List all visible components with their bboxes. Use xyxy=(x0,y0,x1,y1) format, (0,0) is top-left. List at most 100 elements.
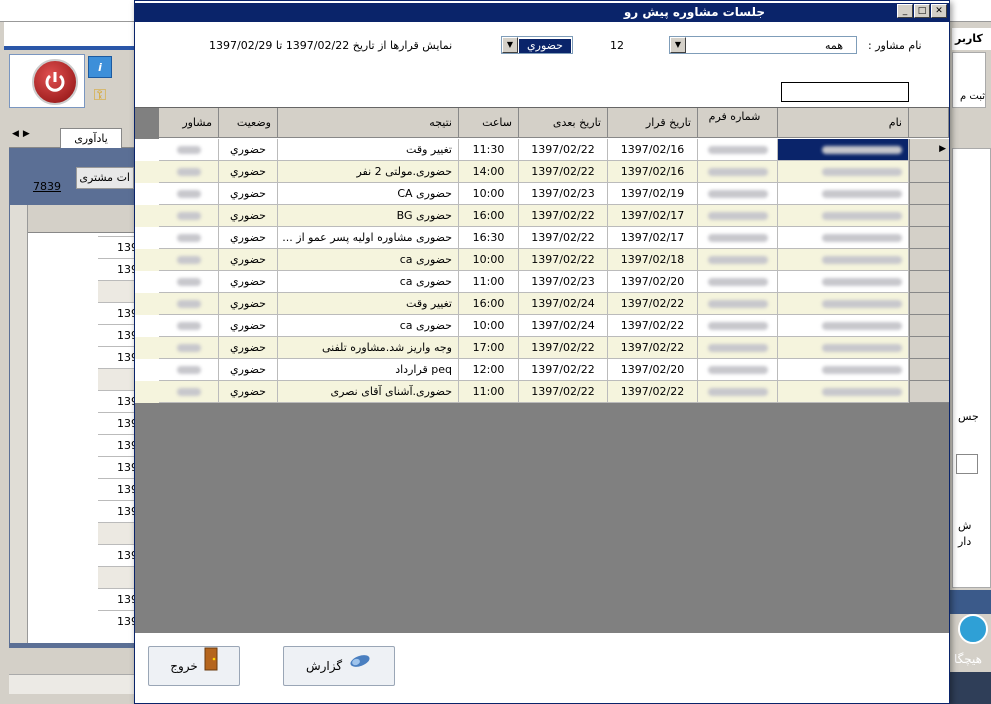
row-selector[interactable] xyxy=(909,227,949,249)
report-button[interactable]: گزارش xyxy=(283,646,395,686)
cell-name[interactable] xyxy=(778,293,909,315)
key-icon[interactable]: ⚿ xyxy=(88,84,112,106)
cell-next-date[interactable]: 1397/02/22 xyxy=(519,205,608,227)
cell-name[interactable] xyxy=(778,381,909,403)
cell-appointment-date[interactable]: 1397/02/19 xyxy=(608,183,698,205)
cell-time[interactable]: 14:00 xyxy=(459,161,519,183)
cell-advisor[interactable] xyxy=(159,249,219,271)
row-selector[interactable] xyxy=(909,161,949,183)
cell-form-number[interactable] xyxy=(698,315,778,337)
header-next-date[interactable]: تاریخ بعدی xyxy=(519,108,608,138)
background-scrollbar[interactable] xyxy=(10,205,28,643)
row-selector[interactable] xyxy=(909,271,949,293)
cell-advisor[interactable] xyxy=(159,227,219,249)
table-row[interactable]: حضوري حضوری ca 10:00 1397/02/24 1397/02/22 xyxy=(135,315,949,337)
cell-form-number[interactable] xyxy=(698,359,778,381)
cell-advisor[interactable] xyxy=(159,381,219,403)
cell-status[interactable]: حضوري xyxy=(219,205,278,227)
cell-result[interactable]: حضوری.مولتی 2 نفر xyxy=(278,161,459,183)
cell-next-date[interactable]: 1397/02/22 xyxy=(519,359,608,381)
cell-time[interactable]: 10:00 xyxy=(459,315,519,337)
cell-status[interactable]: حضوري xyxy=(219,381,278,403)
cell-next-date[interactable]: 1397/02/22 xyxy=(519,227,608,249)
chevron-down-icon[interactable]: ▼ xyxy=(670,37,686,53)
cell-status[interactable]: حضوري xyxy=(219,183,278,205)
cell-time[interactable]: 10:00 xyxy=(459,183,519,205)
cell-time[interactable]: 16:30 xyxy=(459,227,519,249)
cell-result[interactable]: حضوری BG xyxy=(278,205,459,227)
cell-time[interactable]: 11:00 xyxy=(459,271,519,293)
background-right-button[interactable]: ثبت م xyxy=(952,52,986,108)
cell-result[interactable]: peq قرارداد xyxy=(278,359,459,381)
table-row[interactable]: حضوري حضوری BG 16:00 1397/02/22 1397/02/17 xyxy=(135,205,949,227)
header-name[interactable]: نام xyxy=(778,108,909,138)
cell-appointment-date[interactable]: 1397/02/22 xyxy=(608,293,698,315)
cell-status[interactable]: حضوري xyxy=(219,161,278,183)
cell-time[interactable]: 11:00 xyxy=(459,381,519,403)
cell-form-number[interactable] xyxy=(698,271,778,293)
customer-button[interactable]: ات مشتری xyxy=(76,167,134,189)
cell-appointment-date[interactable]: 1397/02/16 xyxy=(608,161,698,183)
cell-appointment-date[interactable]: 1397/02/17 xyxy=(608,205,698,227)
cell-advisor[interactable] xyxy=(159,315,219,337)
header-form-number[interactable]: شماره فرم xyxy=(698,108,778,138)
cell-next-date[interactable]: 1397/02/22 xyxy=(519,139,608,161)
close-icon[interactable]: ✕ xyxy=(931,4,947,18)
cell-time[interactable]: 12:00 xyxy=(459,359,519,381)
minimize-icon[interactable]: _ xyxy=(897,4,913,18)
cell-appointment-date[interactable]: 1397/02/18 xyxy=(608,249,698,271)
header-appointment-date[interactable]: تاریخ قرار xyxy=(608,108,698,138)
cell-advisor[interactable] xyxy=(159,293,219,315)
cell-appointment-date[interactable]: 1397/02/20 xyxy=(608,271,698,293)
table-row[interactable]: حضوري حضوری CA 10:00 1397/02/23 1397/02/19 xyxy=(135,183,949,205)
table-row[interactable]: حضوري وجه واریز شد.مشاوره تلفنی 17:00 1397/… xyxy=(135,337,949,359)
table-row[interactable]: حضوري حضوری مشاوره اولیه پسر عمو از ... 16… xyxy=(135,227,949,249)
cell-appointment-date[interactable]: 1397/02/22 xyxy=(608,315,698,337)
header-status[interactable]: وضعیت xyxy=(219,108,278,138)
cell-form-number[interactable] xyxy=(698,293,778,315)
cell-form-number[interactable] xyxy=(698,227,778,249)
cell-name[interactable] xyxy=(778,249,909,271)
table-row[interactable]: حضوري حضوری ca 11:00 1397/02/23 1397/02/20 xyxy=(135,271,949,293)
cell-next-date[interactable]: 1397/02/23 xyxy=(519,271,608,293)
cell-next-date[interactable]: 1397/02/22 xyxy=(519,249,608,271)
cell-next-date[interactable]: 1397/02/22 xyxy=(519,161,608,183)
cell-name[interactable] xyxy=(778,205,909,227)
row-selector[interactable] xyxy=(909,381,949,403)
chevron-down-icon[interactable]: ▼ xyxy=(502,37,518,53)
cell-advisor[interactable] xyxy=(159,271,219,293)
cell-form-number[interactable] xyxy=(698,183,778,205)
cell-result[interactable]: تغییر وقت xyxy=(278,293,459,315)
cell-name[interactable] xyxy=(778,337,909,359)
cell-status[interactable]: حضوري xyxy=(219,337,278,359)
count-link[interactable]: 7839 xyxy=(33,180,61,193)
header-advisor[interactable]: مشاور xyxy=(159,108,219,138)
cell-name[interactable] xyxy=(778,271,909,293)
table-row[interactable]: حضوري حضوری.آشنای آقای نصری 11:00 1397/02/2… xyxy=(135,381,949,403)
table-row[interactable]: حضوري peq قرارداد 12:00 1397/02/22 1397/02/2… xyxy=(135,359,949,381)
cell-appointment-date[interactable]: 1397/02/20 xyxy=(608,359,698,381)
row-selector[interactable] xyxy=(909,315,949,337)
cell-form-number[interactable] xyxy=(698,139,778,161)
cell-next-date[interactable]: 1397/02/24 xyxy=(519,293,608,315)
search-input[interactable] xyxy=(781,82,909,102)
cell-advisor[interactable] xyxy=(159,161,219,183)
table-row[interactable]: حضوري تغییر وقت 11:30 1397/02/22 1397/02/16 ▶ xyxy=(135,139,949,161)
exit-button[interactable]: خروج xyxy=(148,646,240,686)
cell-status[interactable]: حضوري xyxy=(219,227,278,249)
cell-result[interactable]: حضوری ca xyxy=(278,249,459,271)
cell-time[interactable]: 16:00 xyxy=(459,205,519,227)
row-selector[interactable] xyxy=(909,205,949,227)
cell-result[interactable]: تغییر وقت xyxy=(278,139,459,161)
cell-advisor[interactable] xyxy=(159,183,219,205)
cell-name[interactable] xyxy=(778,227,909,249)
cell-status[interactable]: حضوري xyxy=(219,139,278,161)
cell-status[interactable]: حضوري xyxy=(219,359,278,381)
cell-form-number[interactable] xyxy=(698,381,778,403)
background-right-input[interactable] xyxy=(956,454,978,474)
cell-name[interactable] xyxy=(778,161,909,183)
cell-advisor[interactable] xyxy=(159,337,219,359)
cell-appointment-date[interactable]: 1397/02/22 xyxy=(608,381,698,403)
cell-next-date[interactable]: 1397/02/24 xyxy=(519,315,608,337)
cell-form-number[interactable] xyxy=(698,205,778,227)
